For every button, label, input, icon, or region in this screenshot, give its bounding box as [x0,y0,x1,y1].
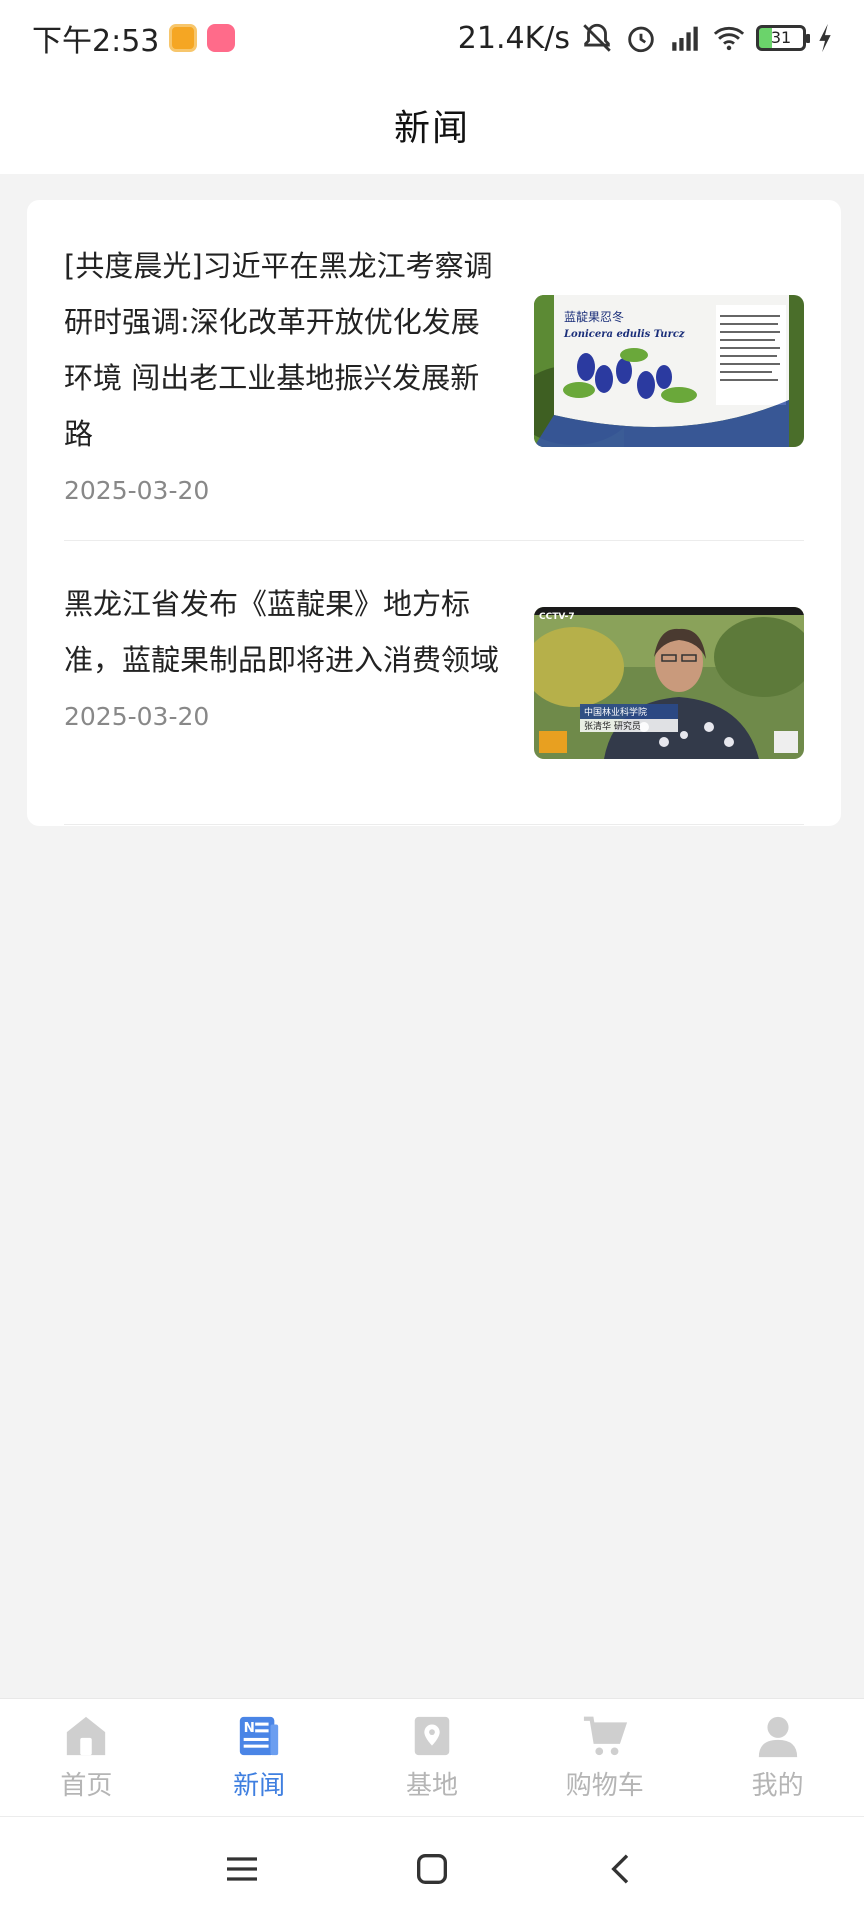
news-title: 黑龙江省发布《蓝靛果》地方标准，蓝靛果制品即将进入消费领域 [64,587,500,677]
thumbnail-heading: 蓝靛果忍冬 [564,309,624,324]
svg-text:N: N [244,1721,255,1736]
thumbnail-caption-line1: 中国林业科学院 [584,706,647,718]
nav-cart[interactable]: 购物车 [535,1713,675,1802]
news-thumbnail[interactable]: 中国林业科学院 张清华 研究员 CCTV-7 [534,607,804,759]
charging-icon [819,23,831,53]
cart-icon [583,1716,627,1756]
system-nav-bar [0,1816,864,1920]
nav-label: 新闻 [233,1771,286,1801]
news-title: [共度晨光]习近平在黑龙江考察调研时强调:深化改革开放优化发展环境 闯出老工业基… [64,249,493,451]
home-button-icon[interactable] [412,1849,452,1889]
notification-app-icon [169,24,198,52]
news-date: 2025-03-20 [64,702,210,731]
news-text: [共度晨光]习近平在黑龙江考察调研时强调:深化改革开放优化发展环境 闯出老工业基… [64,238,504,505]
thumbnail-caption-line2: 张清华 研究员 [584,720,641,732]
news-date: 2025-03-20 [64,476,210,505]
home-icon [67,1716,106,1756]
status-bar: 下午2:53 21.4K/s 31 [0,0,864,76]
base-map-icon [414,1716,450,1756]
battery-icon: 31 [756,25,810,51]
thumbnail-logo: CCTV-7 [539,612,575,622]
divider [64,824,804,825]
news-list: [共度晨光]习近平在黑龙江考察调研时强调:深化改革开放优化发展环境 闯出老工业基… [27,200,841,826]
nav-label: 我的 [751,1771,804,1801]
wifi-icon [713,26,745,51]
nav-home[interactable]: 首页 [16,1713,156,1802]
bottom-nav: 首页 N 新闻 基地 购物车 我的 [0,1698,864,1816]
nav-label: 购物车 [565,1771,644,1801]
back-icon[interactable] [602,1849,642,1889]
nav-label: 基地 [405,1771,458,1801]
news-thumbnail-image: 蓝靛果忍冬 Lonicera edulis Turcz [534,295,804,447]
nav-news[interactable]: N 新闻 [189,1713,329,1802]
mute-bell-icon [583,23,611,52]
news-thumbnail-image: 中国林业科学院 张清华 研究员 CCTV-7 [534,607,804,759]
app-header: 新闻 [0,76,864,174]
page-title: 新闻 [393,108,470,149]
divider [64,540,804,541]
alarm-icon [628,26,654,53]
user-icon [758,1716,797,1758]
news-icon: N [240,1716,279,1756]
thumbnail-subheading: Lonicera edulis Turcz [563,329,685,340]
news-item[interactable]: 黑龙江省发布《蓝靛果》地方标准，蓝靛果制品即将进入消费领域 2025-03-20 [64,576,804,796]
news-item[interactable]: [共度晨光]习近平在黑龙江考察调研时强调:深化改革开放优化发展环境 闯出老工业基… [64,238,804,538]
nav-base[interactable]: 基地 [362,1713,502,1802]
status-time: 下午2:53 [32,24,160,59]
nav-profile[interactable]: 我的 [708,1713,848,1802]
nav-label: 首页 [60,1771,113,1801]
news-text: 黑龙江省发布《蓝靛果》地方标准，蓝靛果制品即将进入消费领域 2025-03-20 [64,576,504,731]
notification-app2-icon [207,24,236,52]
hd-signal-icon [672,26,698,51]
news-thumbnail[interactable]: 蓝靛果忍冬 Lonicera edulis Turcz [534,295,804,447]
menu-icon[interactable] [222,1849,262,1889]
net-speed: 21.4K/s [457,20,570,56]
